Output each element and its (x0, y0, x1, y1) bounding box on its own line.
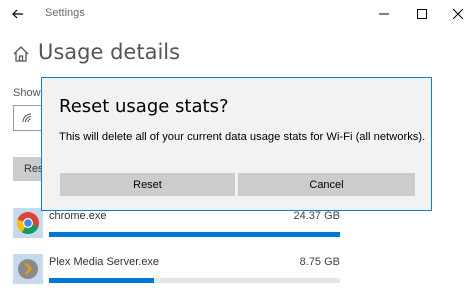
list-item: chrome.exe 24.37 GB (13, 208, 343, 242)
app-name: Plex Media Server.exe (49, 256, 160, 268)
wifi-icon (22, 113, 32, 123)
minimize-icon (379, 13, 389, 15)
chrome-icon (17, 212, 39, 234)
back-button[interactable] (8, 4, 28, 24)
reset-dialog: Reset usage stats? This will delete all … (41, 77, 432, 211)
usage-bar (49, 278, 154, 283)
cancel-button[interactable]: Cancel (238, 173, 415, 196)
close-button[interactable] (448, 4, 468, 24)
app-usage: 8.75 GB (299, 256, 340, 268)
plex-icon (18, 259, 38, 279)
maximize-icon (417, 9, 427, 19)
app-name: chrome.exe (49, 210, 107, 222)
dialog-message: This will delete all of your current dat… (59, 131, 426, 143)
app-usage: 24.37 GB (293, 210, 340, 222)
dialog-title: Reset usage stats? (59, 96, 229, 117)
usage-bar (49, 232, 340, 237)
page-title: Usage details (38, 40, 181, 64)
reset-button[interactable]: Reset (60, 173, 235, 196)
list-item: Plex Media Server.exe 8.75 GB (13, 254, 343, 288)
show-label: Show (13, 87, 41, 99)
home-icon[interactable] (12, 45, 30, 63)
app-tile (13, 254, 43, 284)
title-bar: Settings (0, 0, 474, 28)
back-arrow-icon (12, 9, 23, 19)
maximize-button[interactable] (412, 4, 432, 24)
close-icon (453, 9, 463, 19)
minimize-button[interactable] (374, 4, 394, 24)
app-tile (13, 208, 43, 238)
settings-window: Settings Usage details Show Rese chrome.… (0, 0, 474, 292)
app-title: Settings (45, 7, 85, 19)
